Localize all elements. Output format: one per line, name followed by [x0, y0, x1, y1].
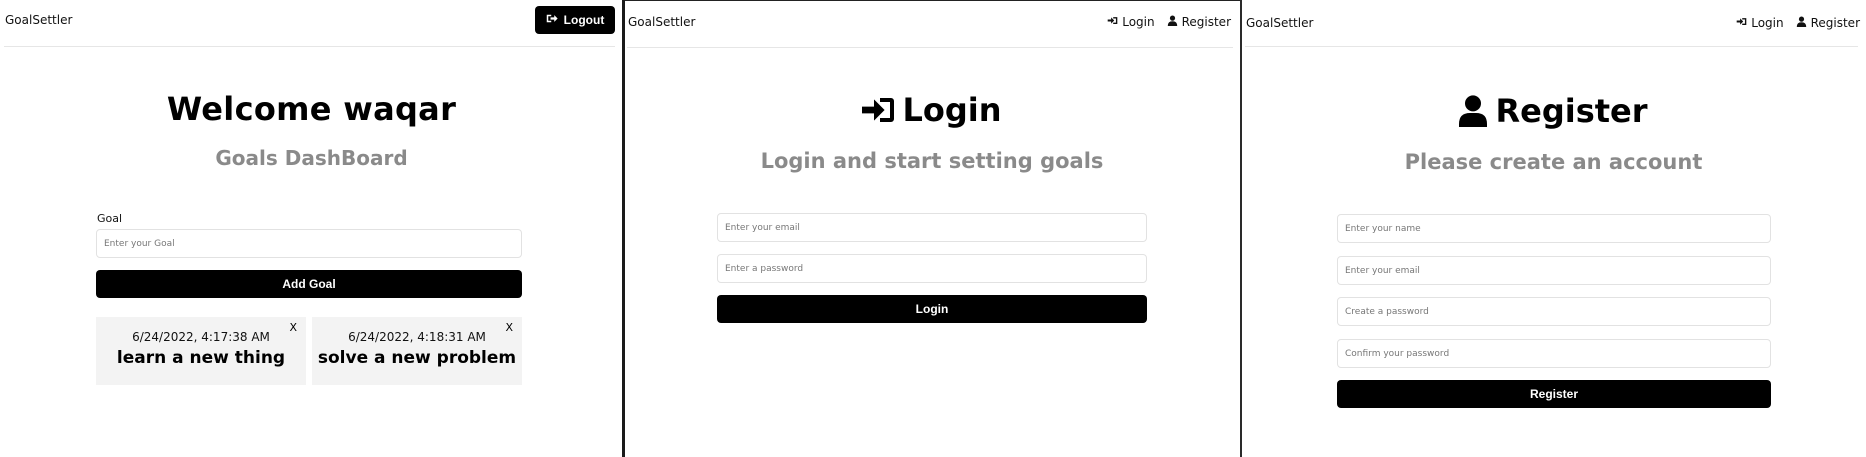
goal-date: 6/24/2022, 4:17:38 AM [132, 330, 270, 344]
register-subtitle: Please create an account [1404, 150, 1703, 174]
logout-label: Logout [563, 13, 605, 27]
goal-text: learn a new thing [116, 348, 286, 368]
dashboard-subtitle: Goals DashBoard [215, 146, 408, 170]
name-field[interactable] [1337, 214, 1771, 243]
sign-in-icon [1736, 16, 1747, 30]
nav-menu: Login Register [1736, 16, 1860, 30]
login-panel: GoalSettler Login Register Login Login a… [623, 0, 1241, 457]
nav-login-link[interactable]: Login [1107, 15, 1155, 29]
nav-register-link[interactable]: Register [1167, 15, 1231, 29]
register-title-text: Register [1495, 92, 1648, 130]
email-field[interactable] [717, 213, 1147, 242]
sign-in-icon [1107, 15, 1118, 29]
register-button[interactable]: Register [1337, 380, 1771, 408]
register-panel: GoalSettler Login Register Register Plea… [1241, 0, 1866, 457]
email-field[interactable] [1337, 256, 1771, 285]
user-icon [1459, 95, 1488, 127]
delete-goal-button[interactable]: X [289, 321, 297, 334]
sign-in-icon [862, 96, 895, 124]
nav-register-label: Register [1810, 16, 1860, 30]
nav-register-label: Register [1181, 15, 1231, 29]
welcome-title: Welcome waqar [166, 90, 457, 128]
nav-menu: Login Register [1107, 15, 1231, 29]
login-button[interactable]: Login [717, 295, 1147, 323]
add-goal-button[interactable]: Add Goal [96, 270, 522, 298]
goal-card: 6/24/2022, 4:18:31 AM solve a new proble… [312, 317, 522, 385]
panel-divider [622, 0, 625, 457]
delete-goal-button[interactable]: X [505, 321, 513, 334]
register-title: Register [1241, 92, 1866, 130]
nav-login-label: Login [1122, 15, 1155, 29]
app-logo[interactable]: GoalSettler [5, 13, 72, 27]
goal-input[interactable] [96, 229, 522, 258]
header: GoalSettler Login Register [1245, 0, 1860, 47]
password-field[interactable] [1337, 297, 1771, 326]
header: GoalSettler Login Register [627, 1, 1233, 48]
sign-out-icon [546, 13, 558, 27]
nav-login-label: Login [1751, 16, 1784, 30]
goal-date: 6/24/2022, 4:18:31 AM [348, 330, 486, 344]
login-title-text: Login [902, 91, 1002, 129]
user-icon [1796, 16, 1807, 30]
panel-divider [1240, 0, 1242, 457]
login-title: Login [623, 91, 1241, 129]
header: GoalSettler Logout [4, 0, 615, 47]
dashboard-panel: GoalSettler Logout Welcome waqar Goals D… [0, 0, 623, 457]
confirm-password-field[interactable] [1337, 339, 1771, 368]
nav-register-link[interactable]: Register [1796, 16, 1860, 30]
logout-button[interactable]: Logout [535, 6, 615, 34]
app-logo[interactable]: GoalSettler [1246, 16, 1313, 30]
password-field[interactable] [717, 254, 1147, 283]
goal-card: 6/24/2022, 4:17:38 AM learn a new thing … [96, 317, 306, 385]
app-logo[interactable]: GoalSettler [628, 15, 695, 29]
goal-label: Goal [97, 212, 123, 225]
goal-text: solve a new problem [317, 348, 517, 368]
nav-login-link[interactable]: Login [1736, 16, 1784, 30]
login-subtitle: Login and start setting goals [760, 149, 1104, 173]
user-icon [1167, 15, 1178, 29]
